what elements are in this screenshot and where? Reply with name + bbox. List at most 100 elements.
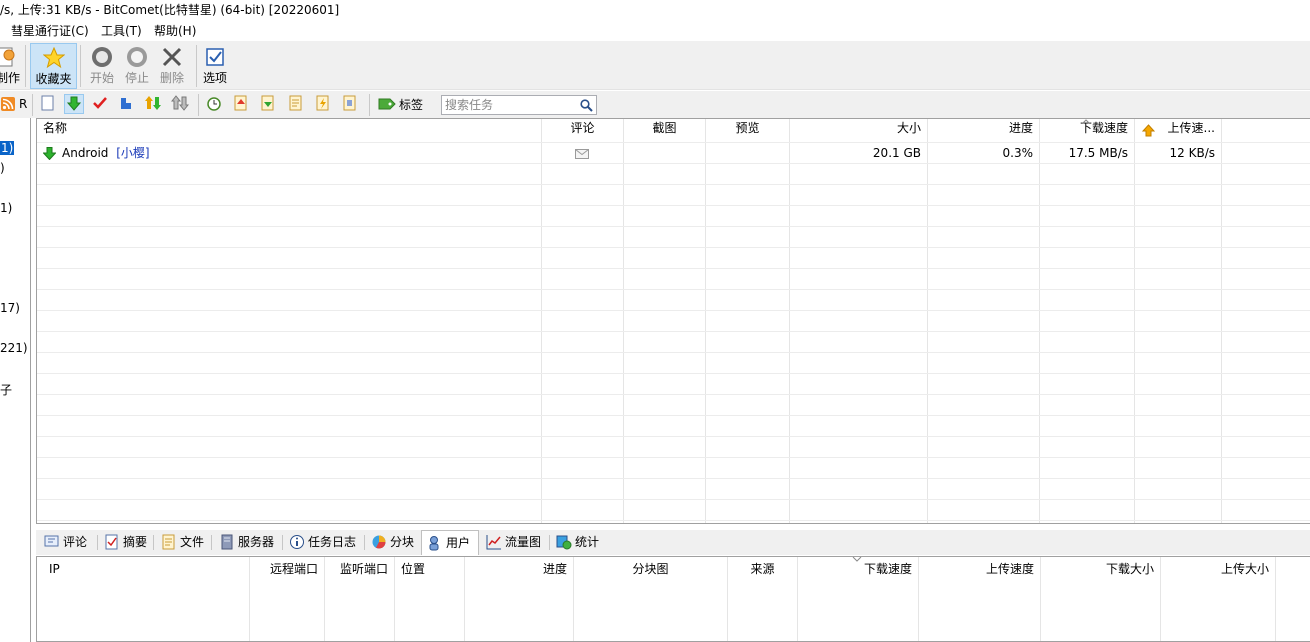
info-icon [290, 535, 304, 549]
make-torrent-button[interactable]: 制作 [0, 43, 20, 89]
peer-header-pieces[interactable]: 分块图 [574, 557, 727, 581]
category-pane: 1) ) 1) 17) 221) 子 [0, 118, 31, 642]
peers-table: IP 远程端口 监听端口 位置 进度 分块图 来源 下载速度 上传速度 下载大小… [36, 556, 1310, 642]
filter-downloading-button[interactable] [64, 94, 84, 114]
column-header-screenshot[interactable]: 截图 [624, 119, 705, 142]
seeding-arrows-icon [170, 95, 190, 111]
line-chart-icon [486, 535, 501, 550]
peer-header-source[interactable]: 来源 [728, 557, 797, 581]
rss-label: R [19, 97, 28, 111]
properties-file-icon [343, 95, 356, 111]
tab-trackers[interactable]: 服务器 [214, 530, 282, 554]
peer-header-download-speed[interactable]: 下载速度 [798, 557, 918, 581]
category-item-selected[interactable]: 1) [0, 141, 15, 155]
search-icon[interactable] [580, 99, 593, 112]
task-tag[interactable]: [小樱] [116, 146, 149, 160]
task-list: 名称 评论 截图 预览 大小 进度 下载速度 上传速... Android [小… [36, 118, 1310, 524]
peer-header-progress[interactable]: 进度 [465, 557, 573, 581]
filter-upload-download-button[interactable] [144, 94, 164, 114]
column-header-upload-speed[interactable]: 上传速... [1135, 119, 1221, 142]
rss-icon[interactable] [1, 97, 15, 111]
peer-header-downloaded[interactable]: 下载大小 [1041, 557, 1160, 581]
comment-envelope-icon[interactable] [575, 149, 589, 159]
sort-asc-icon [1081, 119, 1091, 124]
task-size: 20.1 GB [872, 146, 921, 160]
move-up-button[interactable] [232, 94, 252, 114]
tag-icon[interactable] [378, 97, 396, 111]
detail-tabs: 评论 摘要 文件 服务器 任务日志 分块 用户 流量图 统计 [36, 530, 1310, 555]
start-button[interactable]: 开始 [86, 43, 118, 89]
file-down-icon [261, 95, 274, 111]
tag-label[interactable]: 标签 [399, 96, 423, 113]
pie-chart-icon [372, 535, 386, 549]
timer-icon [207, 97, 221, 111]
file-up-icon [234, 95, 247, 111]
column-header-name[interactable]: 名称 [37, 119, 541, 142]
peer-header-location[interactable]: 位置 [395, 557, 464, 581]
column-header-preview[interactable]: 预览 [706, 119, 789, 142]
file-icon [289, 95, 302, 111]
delete-icon [162, 47, 182, 67]
task-name: Android [小樱] [62, 146, 150, 160]
main-toolbar: 制作 收藏夹 开始 停止 删除 选项 [0, 41, 1310, 90]
comment-icon [44, 535, 59, 547]
peer-header-ip[interactable]: IP [43, 557, 249, 581]
up-down-arrows-icon [145, 96, 161, 110]
user-icon [429, 536, 439, 551]
scheduled-button[interactable] [205, 94, 225, 114]
menu-passport[interactable]: 彗星通行证(C) [11, 21, 89, 41]
tab-task-log[interactable]: 任务日志 [284, 530, 364, 554]
move-down-button[interactable] [259, 94, 279, 114]
filter-all-button[interactable] [38, 94, 58, 114]
document-icon [41, 95, 54, 111]
stop-icon [127, 47, 147, 67]
peer-header-uploaded[interactable]: 上传大小 [1161, 557, 1275, 581]
task-download-speed: 17.5 MB/s [1068, 146, 1128, 160]
stop-button[interactable]: 停止 [121, 43, 153, 89]
column-header-comment[interactable]: 评论 [542, 119, 623, 142]
tab-peers[interactable]: 用户 [421, 530, 479, 555]
category-item[interactable]: 1) [0, 201, 12, 215]
category-item[interactable]: ) [0, 161, 5, 175]
statistics-icon [556, 535, 572, 550]
files-icon [162, 534, 175, 550]
tab-comments[interactable]: 评论 [39, 530, 97, 554]
delete-button[interactable]: 删除 [156, 43, 188, 89]
tab-statistics[interactable]: 统计 [551, 530, 609, 554]
menu-help[interactable]: 帮助(H) [154, 21, 196, 41]
menu-tools[interactable]: 工具(T) [101, 21, 142, 41]
filter-seeding-button[interactable] [170, 94, 191, 114]
start-icon [92, 47, 112, 67]
tab-pieces[interactable]: 分块 [366, 530, 421, 554]
file-lightning-button[interactable] [314, 94, 334, 114]
tab-traffic-graph[interactable]: 流量图 [481, 530, 549, 554]
options-button[interactable]: 选项 [200, 43, 230, 89]
column-header-progress[interactable]: 进度 [928, 119, 1039, 142]
category-item[interactable]: 221) [0, 341, 28, 355]
summary-icon [105, 534, 118, 550]
task-progress: 0.3% [1002, 146, 1034, 160]
peer-header-upload-speed[interactable]: 上传速度 [919, 557, 1040, 581]
search-input[interactable]: 搜索任务 [441, 95, 597, 115]
favorites-button[interactable]: 收藏夹 [30, 43, 77, 89]
make-torrent-icon [0, 47, 15, 67]
menu-bar: 彗星通行证(C) 工具(T) 帮助(H) [0, 21, 1310, 41]
stopped-icon [121, 98, 131, 109]
category-item[interactable]: 17) [0, 301, 20, 315]
window-title: /s, 上传:31 KB/s - BitComet(比特彗星) (64-bit)… [0, 0, 1310, 21]
category-item[interactable]: 子 [0, 381, 12, 398]
tab-summary[interactable]: 摘要 [99, 530, 153, 554]
file-properties-button[interactable] [341, 94, 361, 114]
options-icon [206, 48, 224, 66]
task-upload-speed: 12 KB/s [1169, 146, 1215, 160]
task-toolbar: R 标签 搜索任务 [0, 91, 1310, 118]
checkmark-icon [93, 97, 107, 109]
peer-header-listen-port[interactable]: 监听端口 [325, 557, 394, 581]
peer-header-remote-port[interactable]: 远程端口 [250, 557, 324, 581]
file-list-button[interactable] [287, 94, 307, 114]
filter-stopped-button[interactable] [117, 94, 137, 114]
tab-files[interactable]: 文件 [156, 530, 211, 554]
downloading-icon [43, 147, 56, 160]
column-header-size[interactable]: 大小 [790, 119, 927, 142]
filter-completed-button[interactable] [91, 94, 111, 114]
